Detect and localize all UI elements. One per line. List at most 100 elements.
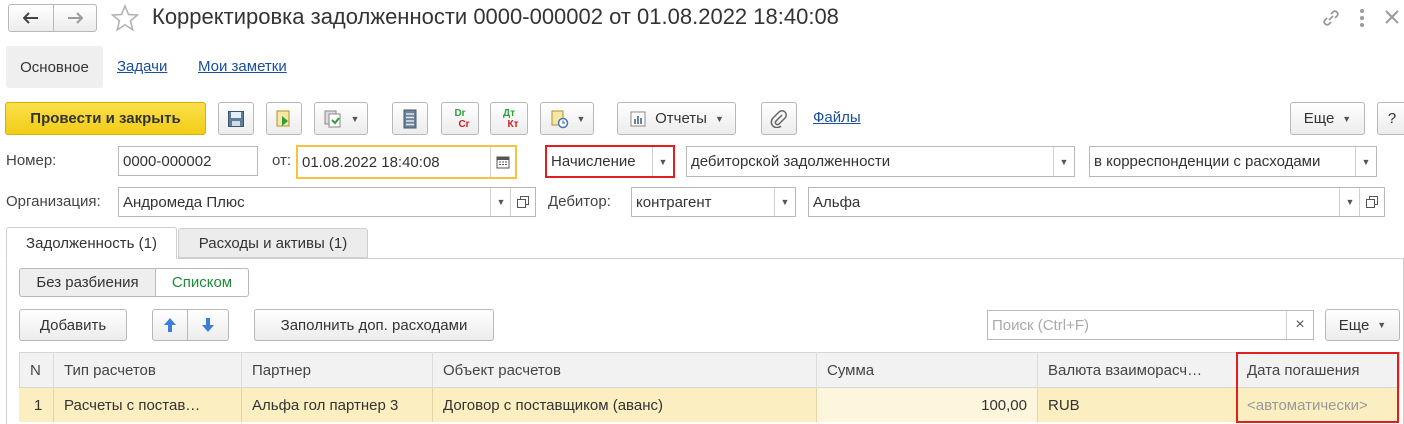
document-clock-icon: [551, 110, 568, 128]
debtor-field[interactable]: Альфа ▼: [808, 187, 1385, 217]
help-button[interactable]: ?: [1377, 102, 1404, 135]
column-header-settlement-type[interactable]: Тип расчетов: [54, 352, 242, 388]
chevron-down-icon: ▼: [1377, 320, 1387, 330]
date-field[interactable]: 01.08.2022 18:40:08: [296, 145, 517, 179]
search-input[interactable]: Поиск (Ctrl+F) ×: [987, 310, 1314, 340]
add-button[interactable]: Добавить: [19, 309, 127, 341]
close-icon[interactable]: [1382, 7, 1402, 27]
clear-search-button[interactable]: ×: [1286, 311, 1313, 339]
cell-partner: Альфа гол партнер 3: [242, 388, 433, 422]
dr-cr-button[interactable]: Dr Cr: [441, 102, 479, 135]
number-value: 0000-000002: [123, 152, 212, 170]
fill-expenses-button[interactable]: Заполнить доп. расходами: [254, 309, 494, 341]
chevron-down-icon[interactable]: ▼: [490, 188, 511, 216]
chevron-down-icon[interactable]: ▼: [774, 188, 795, 216]
tab-main[interactable]: Основное: [6, 46, 103, 88]
attach-button[interactable]: [761, 102, 797, 135]
back-button[interactable]: [8, 4, 54, 32]
documents-icon: [324, 110, 341, 127]
column-header-currency[interactable]: Валюта взаиморасч…: [1038, 352, 1237, 388]
calendar-button[interactable]: [490, 147, 515, 177]
reports-button[interactable]: Отчеты ▼: [617, 102, 736, 135]
search-placeholder: Поиск (Ctrl+F): [992, 316, 1089, 334]
forward-button[interactable]: [53, 4, 97, 32]
chevron-down-icon: ▼: [714, 113, 724, 124]
fill-expenses-label: Заполнить доп. расходами: [280, 316, 468, 334]
debt-type-value: дебиторской задолженности: [691, 153, 891, 170]
debtor-value: Альфа: [813, 193, 861, 211]
post-button[interactable]: [266, 102, 302, 135]
no-split-toggle[interactable]: Без разбиения: [19, 268, 156, 297]
favorite-star-icon[interactable]: [110, 3, 140, 33]
create-based-on-button[interactable]: ▼: [314, 102, 368, 135]
tab-debt[interactable]: Задолженность (1): [6, 227, 177, 259]
move-down-button[interactable]: [187, 309, 229, 341]
list-toggle[interactable]: Списком: [155, 268, 249, 297]
dr-label: Dr: [454, 107, 466, 119]
more-button[interactable]: Еще ▼: [1290, 102, 1365, 135]
tab-notes[interactable]: Мои заметки: [198, 58, 287, 75]
cell-currency: RUB: [1038, 388, 1237, 422]
dt-label: Дт: [502, 107, 516, 119]
number-field[interactable]: 0000-000002: [118, 146, 258, 176]
clear-icon: ×: [1295, 316, 1305, 333]
files-link[interactable]: Файлы: [813, 109, 861, 126]
kt-label: Кт: [507, 118, 519, 130]
post-and-close-button[interactable]: Провести и закрыть: [5, 102, 206, 135]
more-vertical-icon[interactable]: [1354, 6, 1370, 30]
cell-amount: 100,00: [817, 388, 1038, 422]
cell-settlement-object: Договор с поставщиком (аванс): [433, 388, 817, 422]
column-header-settlement-object[interactable]: Объект расчетов: [433, 352, 817, 388]
cell-n: 1: [20, 388, 54, 422]
column-header-n[interactable]: N: [20, 352, 54, 388]
structure-button[interactable]: [392, 102, 428, 135]
tab-expenses-label: Расходы и активы (1): [198, 234, 348, 252]
arrow-up-icon: [164, 318, 176, 332]
column-header-amount[interactable]: Сумма: [817, 352, 1038, 388]
date-label: от:: [272, 152, 292, 169]
organization-field[interactable]: Андромеда Плюс ▼: [118, 187, 536, 217]
tab-main-label: Основное: [20, 58, 89, 76]
move-up-button[interactable]: [152, 309, 188, 341]
open-organization-button[interactable]: [510, 188, 535, 216]
arrow-down-icon: [202, 318, 214, 332]
operation-value: Начисление: [551, 153, 636, 170]
open-debtor-button[interactable]: [1359, 188, 1384, 216]
number-label: Номер:: [6, 152, 57, 169]
chevron-down-icon[interactable]: ▼: [1355, 147, 1376, 176]
report-icon: [630, 111, 646, 126]
page-title: Корректировка задолженности 0000-000002 …: [152, 4, 839, 29]
post-and-close-label: Провести и закрыть: [30, 110, 181, 127]
tab-expenses[interactable]: Расходы и активы (1): [178, 228, 368, 258]
chevron-down-icon[interactable]: ▼: [1339, 188, 1360, 216]
debtor-label: Дебитор:: [548, 193, 611, 210]
no-split-label: Без разбиения: [36, 274, 139, 291]
calendar-icon: [496, 156, 510, 169]
chevron-down-icon[interactable]: ▼: [652, 147, 673, 176]
help-label: ?: [1387, 110, 1397, 127]
add-label: Добавить: [39, 316, 107, 334]
paperclip-icon: [770, 109, 787, 128]
organization-value: Андромеда Плюс: [123, 193, 245, 211]
save-button[interactable]: [218, 102, 254, 135]
table-more-label: Еще: [1338, 316, 1370, 334]
correspondence-value: в корреспонденции с расходами: [1094, 153, 1321, 170]
debt-type-select[interactable]: дебиторской задолженности ▼: [686, 146, 1075, 177]
dt-kt-button[interactable]: Дт Кт: [490, 102, 528, 135]
chevron-down-icon[interactable]: ▼: [1053, 147, 1074, 176]
operation-select[interactable]: Начисление ▼: [545, 145, 675, 178]
column-header-partner[interactable]: Партнер: [242, 352, 433, 388]
cr-label: Cr: [458, 118, 470, 130]
reports-label: Отчеты: [655, 110, 707, 127]
correspondence-select[interactable]: в корреспонденции с расходами ▼: [1089, 146, 1377, 177]
date-value: 01.08.2022 18:40:08: [302, 153, 440, 171]
cell-settlement-type: Расчеты с постав…: [54, 388, 242, 422]
link-icon[interactable]: [1320, 7, 1342, 29]
chevron-down-icon: ▼: [576, 113, 586, 124]
table-more-button[interactable]: Еще ▼: [1325, 309, 1400, 341]
floppy-disk-icon: [228, 110, 244, 127]
chevron-down-icon: ▼: [350, 113, 360, 124]
debtor-type-select[interactable]: контрагент ▼: [631, 187, 796, 217]
print-button[interactable]: ▼: [540, 102, 594, 135]
tab-tasks[interactable]: Задачи: [117, 58, 167, 75]
